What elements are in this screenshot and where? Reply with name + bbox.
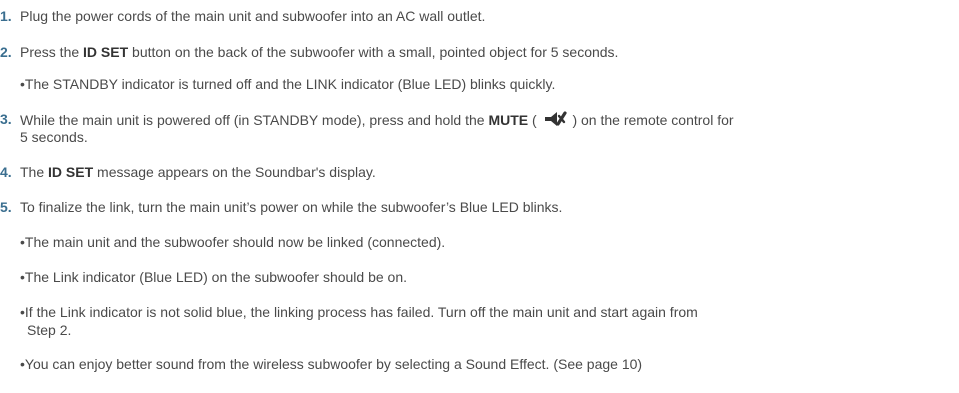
bullet-item: •The STANDBY indicator is turned off and… [20, 76, 556, 92]
bullet-item: •You can enjoy better sound from the wir… [20, 356, 643, 372]
step-number: 5. [0, 199, 12, 215]
mute-label: MUTE [488, 112, 529, 128]
step-text: To finalize the link, turn the main unit… [20, 199, 563, 215]
step-number: 1. [0, 8, 12, 24]
step-text: The ID SET message appears on the Soundb… [20, 164, 376, 180]
id-set-label: ID SET [83, 44, 129, 60]
mute-icon [544, 111, 567, 126]
bullet-item: •The Link indicator (Blue LED) on the su… [20, 269, 408, 285]
bullet-item: •The main unit and the subwoofer should … [20, 234, 446, 250]
bullet-item: •If the Link indicator is not solid blue… [20, 304, 698, 320]
instructions-page: 1. Plug the power cords of the main unit… [0, 0, 959, 393]
id-set-label: ID SET [48, 164, 94, 180]
step-text: Press the ID SET button on the back of t… [20, 44, 619, 60]
step-number: 4. [0, 164, 12, 180]
step-3-continuation: 5 seconds. [20, 129, 88, 145]
step-number: 2. [0, 44, 12, 60]
step-number: 3. [0, 111, 12, 127]
bullet-continuation: Step 2. [27, 322, 72, 338]
step-text: Plug the power cords of the main unit an… [20, 8, 486, 24]
step-text: While the main unit is powered off (in S… [20, 111, 734, 128]
